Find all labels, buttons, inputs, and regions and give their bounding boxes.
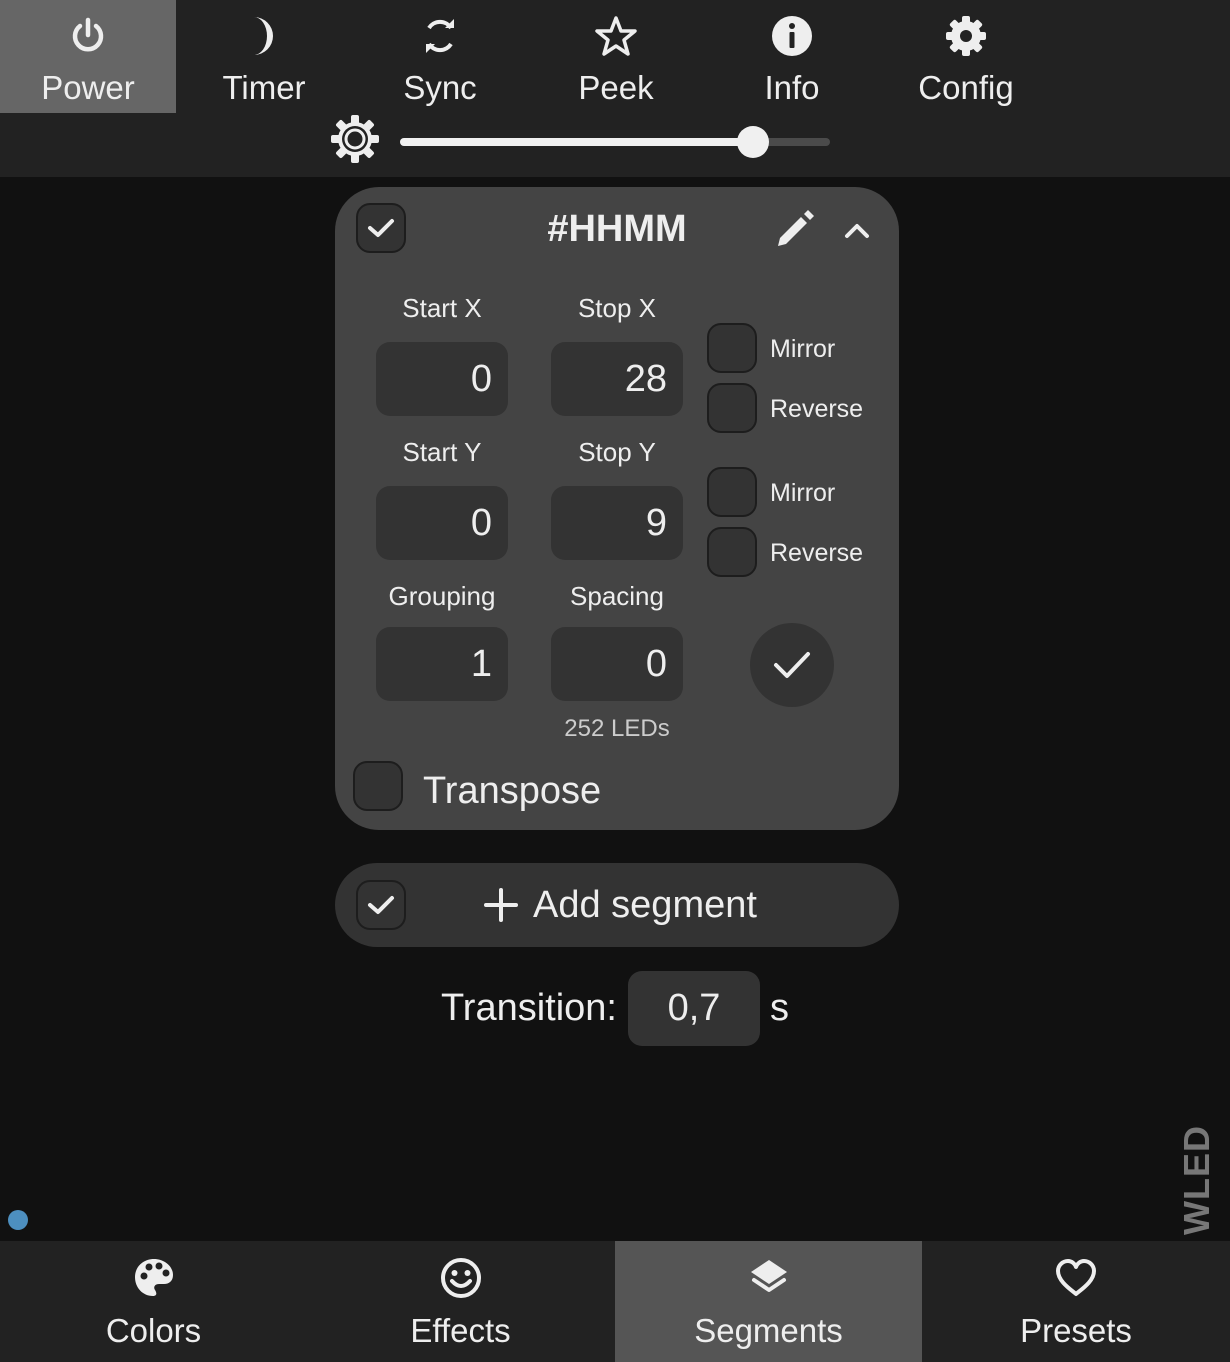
brand-text: WLED (1176, 1125, 1218, 1235)
sync-icon (352, 14, 528, 58)
check-icon (368, 219, 394, 237)
tab-timer[interactable]: Timer (176, 0, 352, 113)
apply-button[interactable] (750, 623, 834, 707)
tab-peek[interactable]: Peek (528, 0, 704, 113)
tab-segments[interactable]: Segments (615, 1241, 922, 1362)
segment-select-checkbox[interactable] (356, 203, 406, 253)
tab-config[interactable]: Config (878, 0, 1054, 113)
bottom-nav: Colors Effects Segments Presets (0, 1241, 1230, 1362)
transpose-checkbox[interactable] (353, 761, 403, 811)
palette-icon (0, 1255, 307, 1301)
pencil-icon[interactable] (773, 207, 817, 251)
start-x-label: Start X (402, 293, 482, 323)
tab-power[interactable]: Power (0, 0, 176, 113)
tab-power-label: Power (41, 69, 135, 106)
check-icon (368, 896, 394, 914)
chevron-up-icon[interactable] (840, 213, 874, 247)
add-segment-label: Add segment (533, 884, 757, 926)
spacing-label: Spacing (570, 581, 664, 611)
stop-x-input[interactable]: 28 (551, 342, 683, 416)
check-icon (774, 652, 810, 678)
tab-effects[interactable]: Effects (307, 1241, 614, 1362)
tab-sync[interactable]: Sync (352, 0, 528, 113)
tab-info-label: Info (764, 69, 820, 106)
moon-icon (176, 14, 352, 58)
stop-x-label: Stop X (577, 293, 657, 323)
tab-segments-label: Segments (694, 1312, 843, 1349)
star-icon (528, 14, 704, 58)
transpose-label: Transpose (423, 770, 602, 812)
power-icon (0, 14, 176, 58)
mirror-y-checkbox[interactable] (707, 467, 757, 517)
tab-peek-label: Peek (578, 69, 654, 106)
start-y-label: Start Y (402, 437, 482, 467)
mirror-y-label: Mirror (770, 479, 836, 507)
brightness-slider[interactable] (400, 126, 830, 158)
gear-icon (878, 14, 1054, 58)
tab-config-label: Config (918, 69, 1014, 106)
start-y-input[interactable]: 0 (376, 486, 508, 560)
plus-icon (483, 883, 519, 927)
reverse-y-checkbox[interactable] (707, 527, 757, 577)
tab-info[interactable]: Info (704, 0, 880, 113)
segment-card: #HHMM Start X Stop X 0 28 Mirror Reverse… (335, 187, 899, 830)
reverse-y-label: Reverse (770, 539, 864, 567)
heart-icon (922, 1255, 1230, 1301)
add-segment-button[interactable]: Add segment (335, 863, 899, 947)
tab-presets[interactable]: Presets (922, 1241, 1230, 1362)
grouping-input[interactable]: 1 (376, 627, 508, 701)
reverse-x-checkbox[interactable] (707, 383, 757, 433)
tab-presets-label: Presets (1020, 1312, 1132, 1349)
brightness-icon (330, 114, 380, 164)
transition-label: Transition: (441, 987, 617, 1029)
transition-unit: s (770, 987, 789, 1029)
tab-timer-label: Timer (222, 69, 306, 106)
spacing-input[interactable]: 0 (551, 627, 683, 701)
add-segment-checkbox[interactable] (356, 880, 406, 930)
tab-sync-label: Sync (403, 69, 477, 106)
tab-effects-label: Effects (410, 1312, 511, 1349)
info-icon (704, 14, 880, 58)
led-count: 252 LEDs (564, 715, 670, 742)
start-x-input[interactable]: 0 (376, 342, 508, 416)
mirror-x-label: Mirror (770, 335, 836, 363)
stop-y-input[interactable]: 9 (551, 486, 683, 560)
segment-name: #HHMM (547, 208, 687, 250)
reverse-x-label: Reverse (770, 395, 864, 423)
mirror-x-checkbox[interactable] (707, 323, 757, 373)
grouping-label: Grouping (388, 581, 496, 611)
brand-logo: WLED (1164, 1125, 1230, 1235)
tab-colors[interactable]: Colors (0, 1241, 307, 1362)
connection-indicator (8, 1210, 28, 1230)
layers-icon (615, 1255, 922, 1301)
brightness-fill (400, 138, 753, 146)
transition-input[interactable]: 0,7 (628, 971, 760, 1046)
tab-colors-label: Colors (105, 1312, 202, 1349)
brightness-thumb[interactable] (737, 126, 769, 158)
top-toolbar: Power Timer Sync Peek Info Config (0, 0, 1230, 177)
smiley-icon (307, 1255, 614, 1301)
stop-y-label: Stop Y (578, 437, 656, 467)
